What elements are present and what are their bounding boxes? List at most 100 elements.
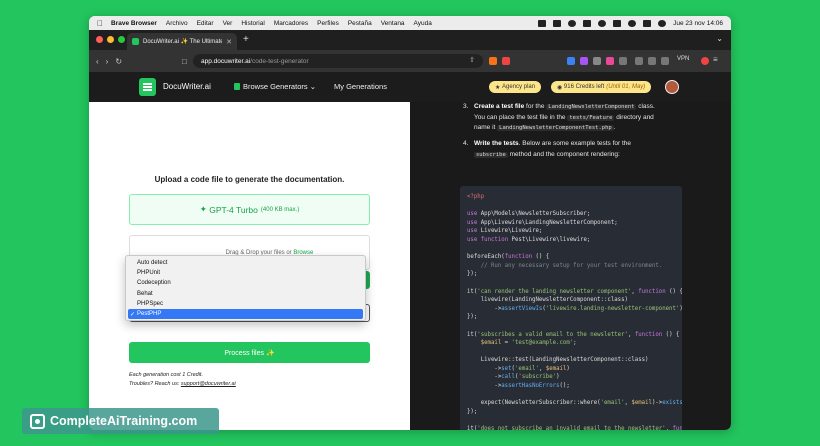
step-3-text: You can place the test file in the [474,113,566,121]
extension-icon[interactable] [580,57,588,65]
apple-icon[interactable]:  [97,19,103,28]
forward-icon[interactable]: › [106,57,109,66]
close-window-button[interactable] [96,36,103,43]
tab-bar: DocuWriter.ai ✨ The Ultimate ✕ + ⌄ [89,30,731,50]
code-line: it('can render the landing newsletter co… [467,288,682,295]
menu-app-name[interactable]: Brave Browser [111,20,157,27]
framework-option[interactable]: Auto detect [128,258,363,268]
menu-item-ver[interactable]: Ver [223,20,233,27]
address-bar[interactable]: app.docuwriter.ai/code-test-generator ⇧ [193,54,483,68]
wifi-icon[interactable] [628,19,637,27]
brave-shields-icon[interactable] [489,57,497,65]
bookmark-page-icon[interactable]: □ [182,57,187,66]
code-line: use function Pest\Livewire\livewire; [467,236,591,243]
step-3-text: class. [638,103,655,110]
close-tab-icon[interactable]: ✕ [226,38,232,46]
back-icon[interactable]: ‹ [96,57,99,66]
user-avatar[interactable] [665,80,679,94]
browser-toolbar: ‹ › ↻ □ app.docuwriter.ai/code-test-gene… [89,50,731,72]
watermark: CompleteAiTraining.com [22,408,219,434]
troubles-text: Troubles? Reach us: [129,381,180,387]
status-app-icon[interactable] [553,19,562,27]
menu-item-historial[interactable]: Historial [241,20,264,27]
step-4-title: Write the tests [474,140,519,148]
code-line: livewire(LandingNewsletterComponent::cla… [467,297,628,304]
sidebar-icon[interactable] [648,57,656,65]
upload-title: Upload a code file to generate the docum… [154,175,345,184]
new-tab-icon[interactable]: + [243,34,249,45]
share-icon[interactable]: ⇧ [469,56,475,64]
status-app-icon[interactable] [598,19,607,27]
browse-generators-label: Browse Generators [243,82,308,91]
menu-item-ventana[interactable]: Ventana [381,20,405,27]
wallet-icon[interactable] [661,57,669,65]
my-generations-link[interactable]: My Generations [334,82,387,91]
model-limit: (400 KB max.) [260,206,300,213]
active-tab[interactable]: DocuWriter.ai ✨ The Ultimate ✕ [127,33,237,50]
agency-plan-label: Agency plan [502,84,536,90]
step-3-text: . [613,124,616,132]
menu-item-marcadores[interactable]: Marcadores [274,20,308,27]
status-app-icon[interactable] [583,19,592,27]
brand-name[interactable]: DocuWriter.ai [163,82,211,91]
framework-option[interactable]: PHPUnit [128,268,363,278]
model-name: GPT-4 Turbo [209,204,258,215]
status-app-icon[interactable] [568,19,577,27]
menu-item-editar[interactable]: Editar [197,20,214,27]
battery-icon[interactable] [613,19,622,27]
code-block[interactable]: <?php use App\Models\NewsletterSubscribe… [460,186,682,430]
docuwriter-favicon-icon [132,38,139,45]
support-email-link[interactable]: support@docuwriter.ai [181,381,236,387]
app-navbar: DocuWriter.ai Browse Generators ⌄ My Gen… [89,72,731,102]
menubar-status-area: Jue 23 nov 14:06 [538,16,723,30]
zoom-window-button[interactable] [118,36,125,43]
menu-item-ayuda[interactable]: Ayuda [414,20,432,27]
code-line: }); [467,408,478,415]
docuwriter-logo-icon[interactable] [139,78,156,96]
step-3: 3. Create a test file for the LandingNew… [463,102,705,134]
inline-code: LandingNewsletterComponent [546,104,637,110]
vpn-button[interactable]: VPN [677,56,689,62]
extension-icon[interactable] [567,57,575,65]
minimize-window-button[interactable] [107,36,114,43]
agency-plan-badge[interactable]: ★ Agency plan [489,81,542,93]
code-line: $email = 'test@example.com'; [480,340,577,347]
menu-icon[interactable]: ≡ [713,55,718,64]
brave-rewards-icon[interactable] [502,57,510,65]
profile-avatar-icon[interactable] [701,57,709,65]
code-line: ->assertViewIs('livewire.landing-newslet… [467,305,682,312]
status-app-icon[interactable] [538,19,547,27]
framework-option[interactable]: Codeception [128,278,363,288]
extension-icon[interactable] [606,57,614,65]
tab-list-chevron-icon[interactable]: ⌄ [716,34,723,43]
process-files-button[interactable]: Process files ✨ [129,342,370,363]
framework-option[interactable]: PHPSpec [128,299,363,309]
menu-item-archivo[interactable]: Archivo [166,20,188,27]
framework-option[interactable]: Behat [128,289,363,299]
documentation-text: 3. Create a test file for the LandingNew… [463,102,705,161]
credits-icon: ◉ [557,84,564,91]
model-selector[interactable]: ✦ GPT-4 Turbo (400 KB max.) [129,194,370,225]
reload-icon[interactable]: ↻ [115,57,122,66]
menu-item-perfiles[interactable]: Perfiles [317,20,339,27]
browse-generators-menu[interactable]: Browse Generators ⌄ [234,82,316,91]
credits-badge[interactable]: ◉ 916 Credits left (Until 01, May) [551,81,652,93]
generators-icon [234,83,240,90]
code-line: it('subscribes a valid email to the news… [467,331,680,338]
framework-option-selected[interactable]: ✓ PestPHP [128,308,363,320]
cost-note: Each generation cost 1 Credit. [129,372,203,378]
code-line: ->assertHasNoErrors(); [467,383,570,390]
tab-title: DocuWriter.ai ✨ The Ultimate [143,39,223,45]
credits-note: (Until 01, May) [606,84,646,90]
extension-icon[interactable] [593,57,601,65]
siri-icon[interactable] [658,19,667,27]
control-center-icon[interactable] [643,19,652,27]
clock[interactable]: Jue 23 nov 14:06 [673,20,723,27]
menu-item-pestana[interactable]: Pestaña [348,20,372,27]
extensions-puzzle-icon[interactable] [635,57,643,65]
extension-icon[interactable] [619,57,627,65]
